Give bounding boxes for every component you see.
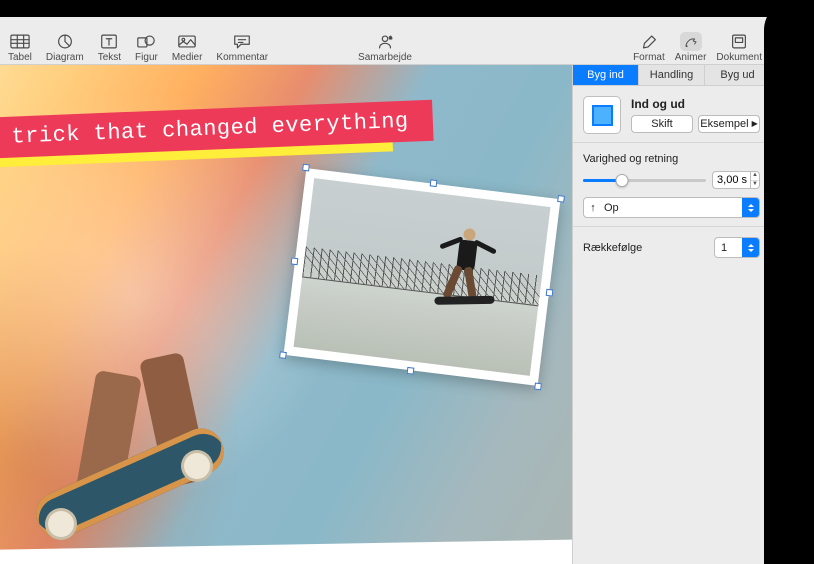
toolbar-label: Tekst — [98, 52, 121, 63]
preview-button[interactable]: Eksempel▶ — [698, 115, 760, 133]
chevron-updown-icon — [742, 238, 759, 257]
tab-action[interactable]: Handling — [639, 65, 705, 85]
document-icon — [728, 32, 750, 51]
duration-stepper[interactable]: ▲▼ — [750, 171, 760, 189]
toolbar-label: Format — [633, 52, 665, 63]
comment-icon — [231, 32, 253, 51]
animate-icon — [680, 32, 702, 51]
order-label: Rækkefølge — [583, 242, 642, 254]
toolbar-media-button[interactable]: Medier — [172, 19, 203, 63]
toolbar-document-button[interactable]: Dokument — [716, 19, 762, 63]
stepper-down-icon[interactable]: ▼ — [751, 181, 759, 189]
collaborate-icon — [374, 32, 396, 51]
toolbar-label: Samarbejde — [358, 52, 412, 63]
toolbar-text-button[interactable]: Tekst — [98, 19, 121, 63]
direction-select[interactable]: ↑ Op — [583, 197, 760, 218]
toolbar-animate-button[interactable]: Animer — [675, 19, 707, 63]
inspector-sidebar: Byg ind Handling Byg ud Ind og ud Skift … — [572, 65, 770, 564]
brush-icon — [638, 32, 660, 51]
order-select[interactable]: 1 — [714, 237, 760, 258]
toolbar-label: Animer — [675, 52, 707, 63]
direction-value: Op — [602, 202, 742, 214]
shape-icon — [135, 32, 157, 51]
toolbar-label: Dokument — [716, 52, 762, 63]
toolbar: Tabel Diagram Tekst Figur Medier Komment… — [0, 17, 770, 65]
toolbar-chart-button[interactable]: Diagram — [46, 19, 84, 63]
toolbar-label: Medier — [172, 52, 203, 63]
duration-slider[interactable] — [583, 172, 706, 188]
media-icon — [176, 32, 198, 51]
tab-build-in[interactable]: Byg ind — [573, 65, 639, 85]
table-icon — [9, 32, 31, 51]
stepper-up-icon[interactable]: ▲ — [751, 172, 759, 181]
inspector-tabs: Byg ind Handling Byg ud — [573, 65, 770, 86]
duration-input[interactable] — [712, 171, 750, 189]
text-icon — [98, 32, 120, 51]
arrow-up-icon: ↑ — [584, 202, 602, 214]
order-value: 1 — [715, 242, 742, 254]
toolbar-collaborate-button[interactable]: Samarbejde — [358, 19, 412, 63]
skateboarder-small — [437, 225, 503, 319]
toolbar-table-button[interactable]: Tabel — [8, 19, 32, 63]
toolbar-label: Diagram — [46, 52, 84, 63]
play-icon: ▶ — [752, 119, 758, 128]
effect-thumbnail — [583, 96, 621, 134]
selected-photo[interactable] — [283, 168, 560, 386]
toolbar-format-button[interactable]: Format — [633, 19, 665, 63]
toolbar-label: Kommentar — [216, 52, 268, 63]
tab-build-out[interactable]: Byg ud — [705, 65, 770, 85]
effect-name: Ind og ud — [631, 97, 760, 111]
toolbar-comment-button[interactable]: Kommentar — [216, 19, 268, 63]
slide-canvas[interactable]: e trick that changed everything — [0, 65, 572, 564]
chevron-updown-icon — [742, 198, 759, 217]
duration-label: Varighed og retning — [583, 153, 760, 165]
toolbar-label: Tabel — [8, 52, 32, 63]
chart-icon — [54, 32, 76, 51]
skateboarder-large — [10, 205, 270, 505]
duration-field[interactable]: ▲▼ — [712, 171, 760, 189]
change-effect-button[interactable]: Skift — [631, 115, 693, 133]
toolbar-shape-button[interactable]: Figur — [135, 19, 158, 63]
toolbar-label: Figur — [135, 52, 158, 63]
